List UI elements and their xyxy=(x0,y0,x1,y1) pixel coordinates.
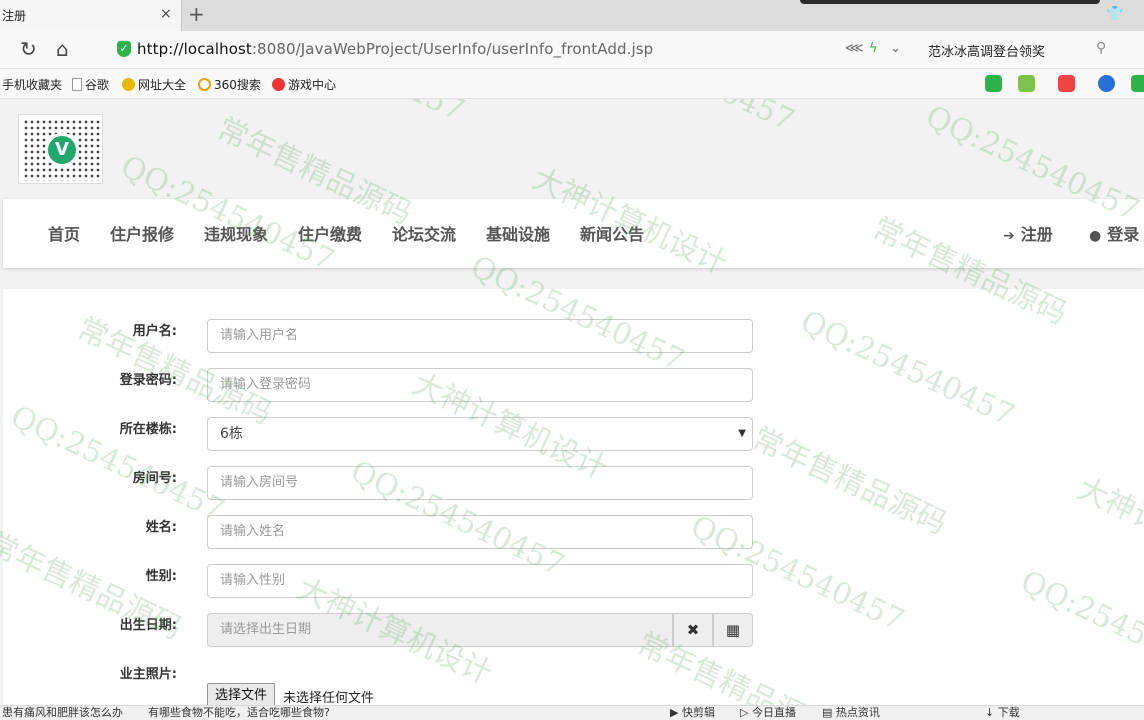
row-username: 用户名: 请输入用户名 xyxy=(3,319,1144,355)
bookmark-google[interactable]: 谷歌 xyxy=(72,76,109,93)
room-input[interactable]: 请输入房间号 xyxy=(207,466,753,500)
nav-payment[interactable]: 住户缴费 xyxy=(298,221,362,245)
status-tool-live[interactable]: ▷ 今日直播 xyxy=(740,706,796,720)
birth-date-input[interactable]: 请选择出生日期 xyxy=(207,613,673,647)
tshirt-icon[interactable]: 👕 xyxy=(1106,6,1123,22)
lightning-icon[interactable]: ϟ xyxy=(869,41,878,56)
globe-icon xyxy=(122,78,135,91)
label-birth: 出生日期: xyxy=(119,618,177,633)
bookmark-games[interactable]: 游戏中心 xyxy=(272,76,336,93)
download-icon: ↓ xyxy=(985,706,998,719)
user-icon: ● xyxy=(1089,228,1102,244)
watermark-qq: QQ:254540457 xyxy=(575,99,799,138)
news-icon: ▤ xyxy=(822,706,836,719)
register-link[interactable]: ➔ 注册 xyxy=(1003,221,1053,245)
status-bar: 患有痛风和肥胖该怎么办 有哪些食物不能吃，适合吃哪些食物? ▶ 快剪辑 ▷ 今日… xyxy=(0,705,1144,720)
qr-code: V xyxy=(18,114,103,184)
nav-violations[interactable]: 违规现象 xyxy=(204,221,268,245)
extension-icon[interactable] xyxy=(1131,75,1144,92)
clear-date-icon[interactable]: ✖ xyxy=(673,613,713,647)
status-tool-news[interactable]: ▤ 热点资讯 xyxy=(822,706,880,720)
chevron-down-icon[interactable]: ⌄ xyxy=(890,41,901,56)
new-tab-icon[interactable]: + xyxy=(188,3,205,25)
row-building: 所在楼栋: 6栋 ▼ xyxy=(3,417,1144,453)
main-navbar: 首页 住户报修 违规现象 住户缴费 论坛交流 基础设施 新闻公告 ➔ 注册 ● 登录 xyxy=(3,199,1144,268)
building-value: 6栋 xyxy=(220,426,243,442)
label-building: 所在楼栋: xyxy=(119,422,177,437)
share-icon[interactable]: ⋘ xyxy=(845,41,864,56)
game-icon xyxy=(272,78,285,91)
caret-down-icon: ▼ xyxy=(738,428,746,439)
home-icon[interactable]: ⌂ xyxy=(56,39,69,59)
label-gender: 性别: xyxy=(145,569,177,584)
close-icon[interactable]: × xyxy=(160,6,172,22)
nav-news[interactable]: 新闻公告 xyxy=(580,221,644,245)
sign-in-icon: ➔ xyxy=(1003,228,1015,244)
address-bar: ↻ ⌂ ✓ http://localhost:8080/JavaWebProje… xyxy=(0,31,1144,69)
watermark-qq: QQ:254540457 xyxy=(245,99,469,128)
register-form: 用户名: 请输入用户名 登录密码: 请输入登录密码 所在楼栋: 6栋 ▼ 房间号:… xyxy=(3,289,1144,705)
search-tool-icon[interactable] xyxy=(1098,75,1115,92)
tab-bar: 注册 × + 👕 xyxy=(0,0,1144,31)
page-content: V 首页 住户报修 违规现象 住户缴费 论坛交流 基础设施 新闻公告 ➔ 注册 ●… xyxy=(0,99,1144,705)
nav-facilities[interactable]: 基础设施 xyxy=(486,221,550,245)
calendar-icon[interactable]: ▦ xyxy=(713,613,753,647)
row-gender: 性别: 请输入性别 xyxy=(3,564,1144,600)
wechat-icon[interactable] xyxy=(985,75,1002,92)
logo-icon: V xyxy=(45,133,79,167)
live-icon: ▷ xyxy=(740,706,752,719)
tab-title: 注册 xyxy=(2,9,27,23)
building-select[interactable]: 6栋 ▼ xyxy=(207,417,753,451)
label-password: 登录密码: xyxy=(119,373,177,388)
label-photo: 业主照片: xyxy=(119,667,177,682)
bookmark-mobile[interactable]: 手机收藏夹 xyxy=(2,76,62,93)
page-icon xyxy=(72,78,82,91)
360-icon xyxy=(198,78,211,91)
label-room: 房间号: xyxy=(132,471,177,486)
bookmark-sites[interactable]: 网址大全 xyxy=(122,76,186,93)
file-status: 未选择任何文件 xyxy=(283,691,375,705)
login-link[interactable]: ● 登录 xyxy=(1089,221,1139,245)
url-field[interactable]: http://localhost:8080/JavaWebProject/Use… xyxy=(137,40,653,58)
label-name: 姓名: xyxy=(145,520,177,535)
nav-home[interactable]: 首页 xyxy=(48,221,80,245)
refresh-icon[interactable]: ↻ xyxy=(20,39,37,59)
name-input[interactable]: 请输入姓名 xyxy=(207,515,753,549)
bookmark-360[interactable]: 360搜索 xyxy=(198,76,261,93)
status-tool-clip[interactable]: ▶ 快剪辑 xyxy=(670,706,715,720)
nav-repair[interactable]: 住户报修 xyxy=(110,221,174,245)
choose-file-button[interactable]: 选择文件 xyxy=(207,683,276,705)
row-photo-input: 选择文件 未选择任何文件 xyxy=(3,683,1144,705)
gender-input[interactable]: 请输入性别 xyxy=(207,564,753,598)
password-input[interactable]: 请输入登录密码 xyxy=(207,368,753,402)
translate-icon[interactable] xyxy=(1018,75,1035,92)
search-hint[interactable]: 范冰冰高调登台领奖 xyxy=(928,41,1045,60)
row-name: 姓名: 请输入姓名 xyxy=(3,515,1144,551)
nav-forum[interactable]: 论坛交流 xyxy=(392,221,456,245)
clip-icon: ▶ xyxy=(670,706,682,719)
search-icon[interactable]: ⚲ xyxy=(1096,40,1106,56)
status-news-2[interactable]: 有哪些食物不能吃，适合吃哪些食物? xyxy=(148,706,330,720)
status-news-1[interactable]: 患有痛风和肥胖该怎么办 xyxy=(2,706,123,720)
security-shield-icon[interactable]: ✓ xyxy=(117,41,131,57)
bookmarks-bar: 手机收藏夹 谷歌 网址大全 360搜索 游戏中心 xyxy=(0,69,1144,99)
username-input[interactable]: 请输入用户名 xyxy=(207,319,753,353)
label-username: 用户名: xyxy=(132,324,177,339)
row-room: 房间号: 请输入房间号 xyxy=(3,466,1144,502)
row-birth: 出生日期: 请选择出生日期 ✖ ▦ xyxy=(3,613,1144,649)
row-password: 登录密码: 请输入登录密码 xyxy=(3,368,1144,404)
scissors-icon[interactable] xyxy=(1058,75,1075,92)
tab-strip-shadow xyxy=(800,0,1100,4)
tab-register[interactable]: 注册 × xyxy=(0,0,182,31)
status-tool-download[interactable]: ↓ 下载 xyxy=(985,706,1020,720)
